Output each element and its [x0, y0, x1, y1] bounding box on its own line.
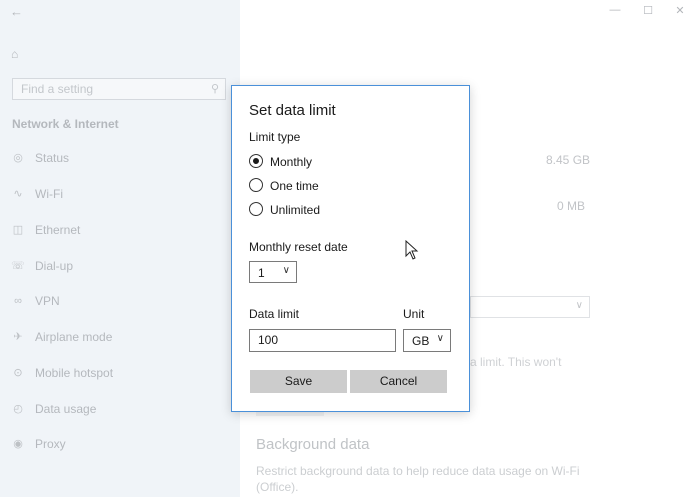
radio-label: Unlimited: [270, 203, 321, 217]
data-limit-field[interactable]: [249, 329, 396, 352]
data-limit-label: Data limit: [249, 307, 300, 321]
data-limit-input[interactable]: [250, 330, 388, 349]
settings-window: ← ⌂ ⚲ Network & Internet ◎ Status ∿ Wi-F…: [0, 0, 700, 497]
radio-unlimited[interactable]: Unlimited: [249, 201, 449, 219]
radio-button[interactable]: [249, 202, 263, 216]
unit-value: GB: [412, 334, 430, 348]
set-data-limit-dialog: Set data limit Limit type Monthly One ti…: [231, 85, 470, 412]
radio-label: One time: [270, 179, 319, 193]
reset-date-label: Monthly reset date: [249, 240, 348, 254]
save-button[interactable]: Save: [250, 370, 347, 393]
unit-select[interactable]: GB ∨: [403, 329, 451, 352]
reset-date-select[interactable]: 1 ∨: [249, 261, 297, 283]
radio-button[interactable]: [249, 178, 263, 192]
radio-one-time[interactable]: One time: [249, 177, 449, 195]
cancel-button[interactable]: Cancel: [350, 370, 447, 393]
radio-button[interactable]: [249, 154, 263, 168]
unit-label: Unit: [403, 307, 425, 321]
reset-date-value: 1: [258, 266, 265, 280]
mouse-cursor-icon: [405, 240, 419, 260]
radio-monthly[interactable]: Monthly: [249, 153, 449, 171]
limit-type-label: Limit type: [249, 130, 301, 144]
chevron-down-icon: ∨: [282, 265, 290, 276]
chevron-down-icon: ∨: [436, 333, 444, 344]
radio-label: Monthly: [270, 155, 313, 169]
dialog-title: Set data limit: [249, 102, 336, 119]
